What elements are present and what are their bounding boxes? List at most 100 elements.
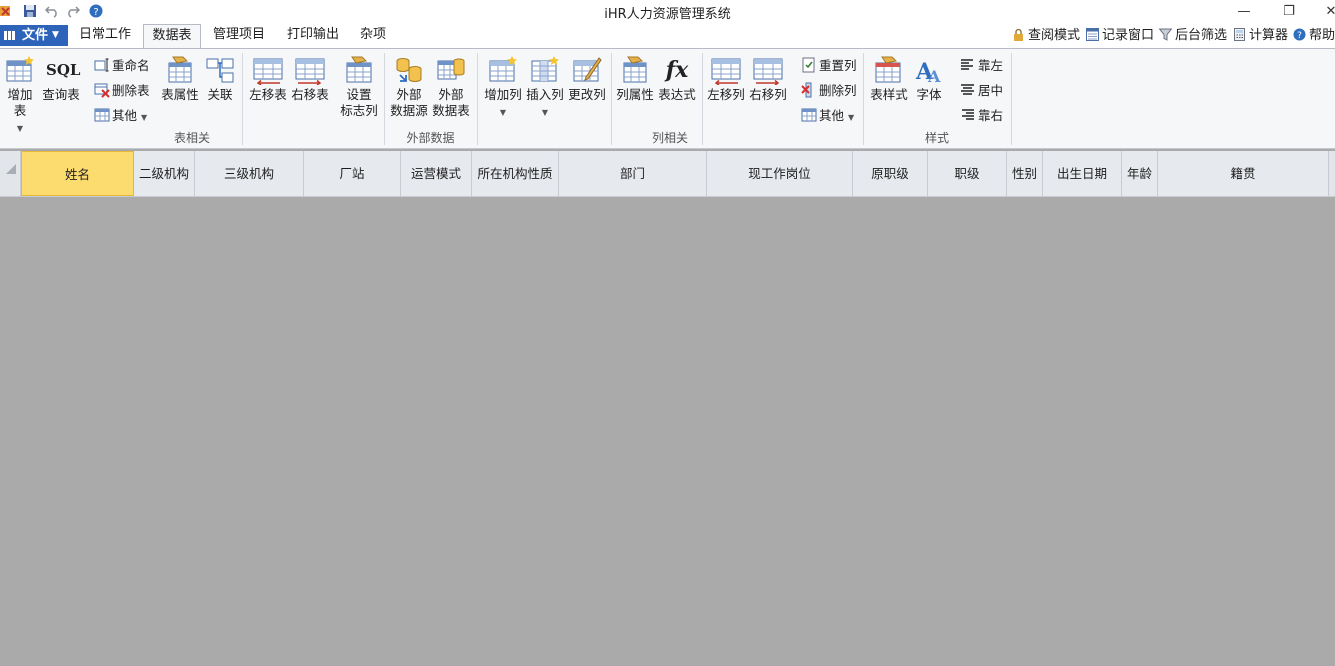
tab-manage-items[interactable]: 管理项目 xyxy=(206,24,272,48)
chevron-down-icon: ▼ xyxy=(52,30,59,40)
add-table-icon xyxy=(6,56,34,82)
group-label-table: 表相关 xyxy=(173,131,210,145)
insert-column-icon xyxy=(531,56,559,82)
column-properties-icon xyxy=(623,56,647,83)
set-flag-column-button[interactable]: 设置 标志列 xyxy=(338,55,380,119)
column-other-menu[interactable]: 其他 ▼ xyxy=(801,106,854,126)
column-header-native-place[interactable]: 籍贯 xyxy=(1158,151,1329,196)
background-filter-button[interactable]: 后台筛选 xyxy=(1159,27,1227,45)
restore-button[interactable]: ❐ xyxy=(1278,4,1300,20)
expression-button[interactable]: fx 表达式 xyxy=(657,55,697,103)
tab-print-output[interactable]: 打印输出 xyxy=(280,24,346,48)
file-menu-button[interactable]: 文件 ▼ xyxy=(0,25,68,46)
column-header-station[interactable]: 厂站 xyxy=(304,151,401,196)
database-icon xyxy=(396,58,422,82)
add-column-icon xyxy=(489,56,517,82)
record-window-button[interactable]: 记录窗口 xyxy=(1086,27,1154,45)
column-header-org-nature[interactable]: 所在机构性质 xyxy=(472,151,559,196)
edit-column-icon xyxy=(573,57,602,82)
rename-table-button[interactable]: 重命名 xyxy=(94,56,150,76)
column-header-department[interactable]: 部门 xyxy=(559,151,707,196)
column-header-birth-date[interactable]: 出生日期 xyxy=(1043,151,1122,196)
add-table-button[interactable]: 增加表 ▼ xyxy=(2,55,38,137)
sql-icon: SQL xyxy=(46,61,81,79)
delete-table-button[interactable]: 删除表 xyxy=(94,81,150,101)
ribbon-tab-row: 文件 ▼ 日常工作 数据表 管理项目 打印输出 杂项 查阅模式 记录窗口 后台筛… xyxy=(0,24,1335,48)
calculator-button[interactable]: 计算器 xyxy=(1233,27,1288,45)
column-properties-button[interactable]: 列属性 xyxy=(615,55,655,103)
move-left-column-icon xyxy=(711,58,741,85)
table-icon xyxy=(801,108,817,122)
table-style-icon xyxy=(875,56,901,83)
delete-column-icon xyxy=(801,82,812,98)
close-button[interactable]: ✕ xyxy=(1320,4,1335,20)
column-header-level2-org[interactable]: 二级机构 xyxy=(134,151,195,196)
align-left-button[interactable]: 靠左 xyxy=(960,56,1003,76)
table-other-menu[interactable]: 其他 ▼ xyxy=(94,106,147,126)
select-all-corner[interactable] xyxy=(0,151,21,196)
add-column-button[interactable]: 增加列 ▼ xyxy=(483,55,523,121)
minimize-button[interactable]: — xyxy=(1233,4,1255,20)
move-column-left-button[interactable]: 左移列 xyxy=(706,55,746,103)
svg-text:?: ? xyxy=(1297,31,1302,41)
dropdown-arrow-icon: ▼ xyxy=(141,113,148,122)
column-header-grade[interactable]: 职级 xyxy=(928,151,1007,196)
column-header-age[interactable]: 年龄 xyxy=(1122,151,1158,196)
column-header-name[interactable]: 姓名 xyxy=(21,151,134,196)
external-table-button[interactable]: 外部 数据表 xyxy=(431,55,471,119)
relation-button[interactable]: 关联 xyxy=(204,55,236,103)
align-left-icon xyxy=(961,59,973,70)
external-table-icon xyxy=(437,58,465,80)
move-right-table-icon xyxy=(295,58,325,85)
help-button[interactable]: ? 帮助 xyxy=(1293,27,1335,45)
move-column-right-button[interactable]: 右移列 xyxy=(748,55,788,103)
move-table-right-button[interactable]: 右移表 xyxy=(290,55,330,103)
table-style-button[interactable]: 表样式 xyxy=(869,55,909,103)
insert-column-button[interactable]: 插入列 ▼ xyxy=(525,55,565,121)
reset-column-button[interactable]: 重置列 xyxy=(801,56,857,76)
tab-misc[interactable]: 杂项 xyxy=(352,24,394,48)
move-table-left-button[interactable]: 左移表 xyxy=(248,55,288,103)
font-icon: AA xyxy=(915,59,941,85)
external-source-button[interactable]: 外部 数据源 xyxy=(389,55,429,119)
lock-icon xyxy=(1014,28,1023,41)
font-button[interactable]: AA 字体 xyxy=(911,55,947,103)
help-icon: ? xyxy=(1293,28,1306,41)
column-header-former-grade[interactable]: 原职级 xyxy=(853,151,928,196)
dropdown-arrow-icon: ▼ xyxy=(541,108,549,117)
window-title: iHR人力资源管理系统 xyxy=(604,7,731,22)
delete-table-icon xyxy=(94,83,110,98)
tab-data-table[interactable]: 数据表 xyxy=(143,24,201,48)
delete-column-button[interactable]: 删除列 xyxy=(801,81,857,101)
column-header-gender[interactable]: 性别 xyxy=(1007,151,1043,196)
column-header-current-position[interactable]: 现工作岗位 xyxy=(707,151,853,196)
browse-mode-toggle[interactable]: 查阅模式 xyxy=(1012,27,1080,45)
group-label-column: 列相关 xyxy=(651,131,688,145)
group-label-external: 外部数据 xyxy=(406,131,455,145)
table-icon xyxy=(94,108,110,122)
grid-empty-area[interactable] xyxy=(0,197,1335,666)
window-icon xyxy=(1086,28,1099,41)
column-header-level3-org[interactable]: 三级机构 xyxy=(195,151,304,196)
rename-icon xyxy=(94,58,109,72)
corner-triangle-icon xyxy=(6,164,16,174)
dropdown-arrow-icon: ▼ xyxy=(499,108,507,117)
reset-icon xyxy=(802,57,815,73)
grid-icon xyxy=(4,31,16,40)
align-right-button[interactable]: 靠右 xyxy=(960,106,1003,126)
table-properties-icon xyxy=(168,56,192,83)
tab-daily-work[interactable]: 日常工作 xyxy=(72,24,138,48)
table-properties-button[interactable]: 表属性 xyxy=(160,55,200,103)
ribbon-panel: 增加表 ▼ SQL 查询表 重命名 删除表 其他 ▼ 表属性 关联 左移表 右移表… xyxy=(0,48,1335,149)
change-column-button[interactable]: 更改列 xyxy=(567,55,607,103)
calculator-icon xyxy=(1234,28,1245,41)
svg-text:A: A xyxy=(927,67,941,85)
fx-icon: fx xyxy=(665,57,689,83)
align-center-icon xyxy=(961,84,974,95)
data-grid-header: 姓名 二级机构 三级机构 厂站 运营模式 所在机构性质 部门 现工作岗位 原职级… xyxy=(0,151,1335,197)
align-center-button[interactable]: 居中 xyxy=(960,81,1003,101)
column-header-operation-mode[interactable]: 运营模式 xyxy=(401,151,472,196)
title-bar: ? iHR人力资源管理系统 — ❐ ✕ xyxy=(0,0,1335,24)
query-table-button[interactable]: SQL 查询表 xyxy=(42,55,80,103)
align-right-icon xyxy=(962,109,974,120)
